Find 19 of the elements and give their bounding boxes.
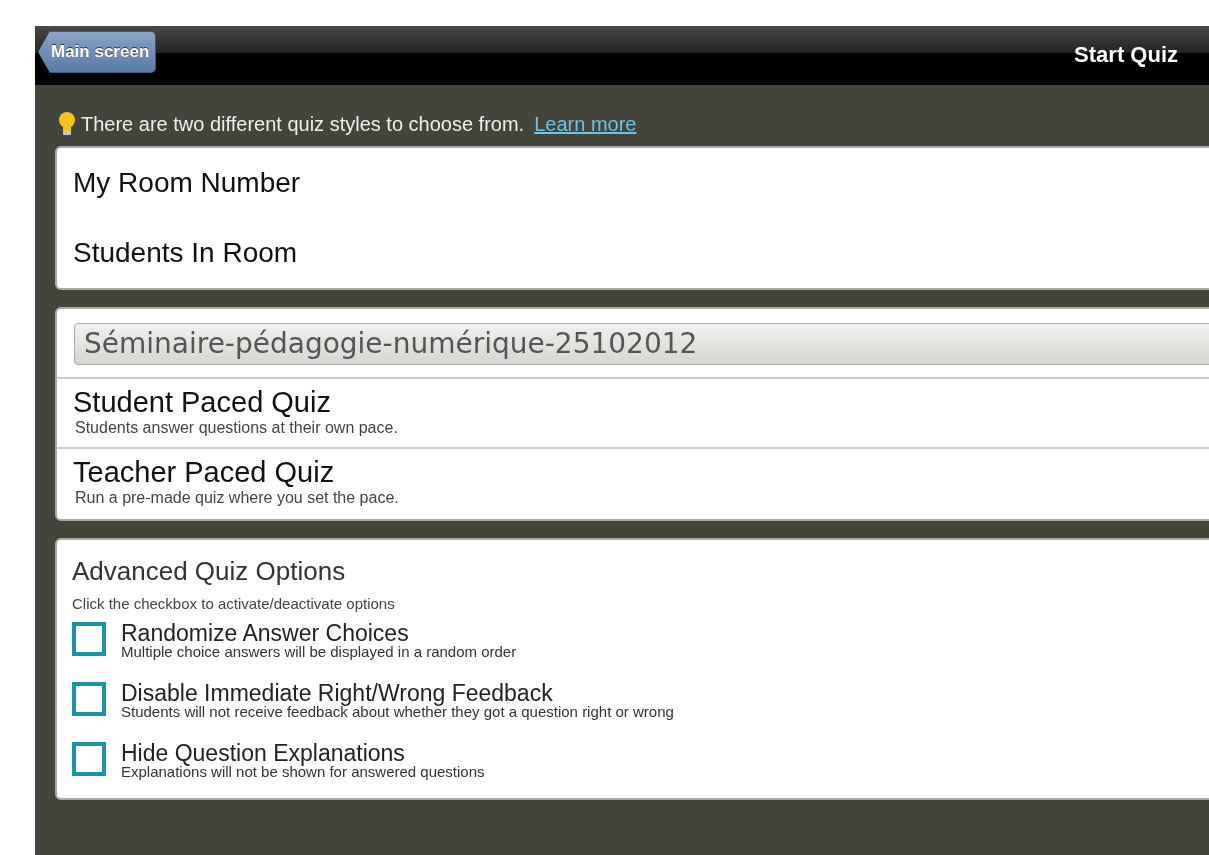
- checkbox[interactable]: [72, 682, 106, 716]
- quiz-style-item[interactable]: Teacher Paced Quiz Run a pre-made quiz where you set the pace.: [57, 449, 1209, 519]
- quiz-style-item[interactable]: Student Paced Quiz Students answer questions at their own pace.: [57, 379, 1209, 449]
- back-button[interactable]: Main screen: [38, 31, 157, 73]
- tip-text: There are two different quiz styles to choose from.: [81, 112, 525, 136]
- learn-more-link[interactable]: Learn more: [534, 112, 637, 136]
- option-label: Randomize Answer Choices: [121, 622, 410, 644]
- quiz-select[interactable]: Séminaire-pédagogie-numérique-25102012: [74, 323, 1209, 365]
- option-description: Multiple choice answers will be displayed in a random order: [121, 644, 517, 660]
- section-hint: Click the checkbox to activate/deactivate options: [72, 595, 396, 612]
- checkbox[interactable]: [72, 742, 106, 776]
- room-label: Students In Room: [72, 236, 299, 270]
- section-title: Advanced Quiz Options: [72, 556, 347, 587]
- room-label: My Room Number: [72, 166, 302, 200]
- lightbulb-icon: [57, 111, 77, 137]
- checkbox[interactable]: [72, 622, 106, 656]
- page-title: Start Quiz: [1074, 42, 1178, 68]
- option-label: Disable Immediate Right/Wrong Feedback: [121, 682, 554, 704]
- option-label: Hide Question Explanations: [121, 742, 406, 764]
